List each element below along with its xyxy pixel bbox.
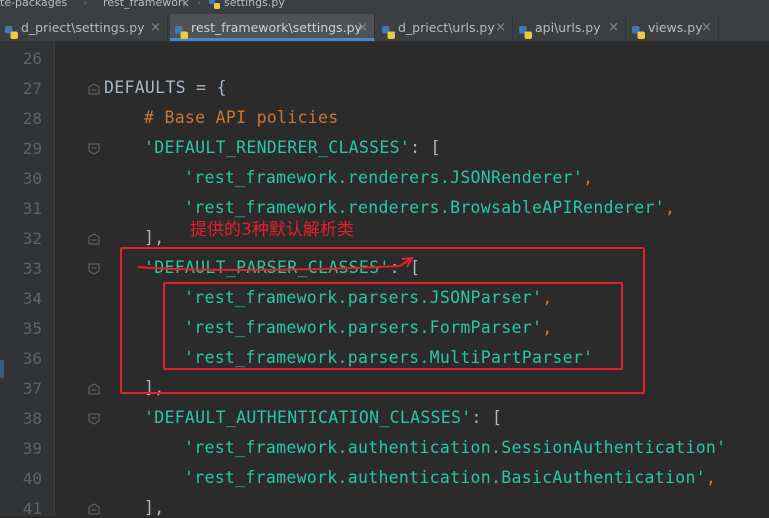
tab-label: views.py bbox=[648, 20, 703, 35]
code-punct: , bbox=[583, 168, 594, 187]
code-text: : [ bbox=[471, 408, 503, 427]
close-icon[interactable]: × bbox=[608, 14, 619, 41]
defaults-identifier: DEFAULTS bbox=[104, 78, 186, 97]
code-string: 'rest_framework.renderers.JSONRenderer' bbox=[184, 168, 584, 187]
line-number: 39 bbox=[22, 439, 42, 458]
annotation-inner-box bbox=[163, 282, 623, 370]
fold-marker-icon[interactable] bbox=[88, 143, 100, 155]
line-number: 34 bbox=[22, 289, 42, 308]
tab-rest-framework-settings[interactable]: rest_framework\settings.py × bbox=[170, 14, 375, 41]
code-text: = { bbox=[185, 78, 227, 97]
python-file-icon bbox=[519, 21, 532, 39]
editor-tab-bar: d_priect\settings.py × rest_framework\se… bbox=[0, 14, 769, 42]
code-string: 'DEFAULT_RENDERER_CLASSES' bbox=[144, 138, 411, 157]
close-icon[interactable]: × bbox=[701, 14, 712, 41]
line-number: 32 bbox=[22, 229, 42, 248]
line-number: 30 bbox=[22, 169, 42, 188]
code-text: ], bbox=[144, 228, 165, 247]
breadcrumb-separator-icon: › bbox=[83, 0, 88, 9]
line-number: 29 bbox=[22, 139, 42, 158]
line-number: 41 bbox=[22, 499, 42, 518]
breadcrumb-item-rest-framework[interactable]: rest_framework bbox=[103, 0, 189, 9]
breadcrumb-item-settings[interactable]: settings.py bbox=[224, 0, 285, 9]
close-icon[interactable]: × bbox=[150, 14, 161, 41]
fold-marker-icon[interactable] bbox=[88, 83, 100, 95]
line-number: 37 bbox=[22, 379, 42, 398]
code-line-29: 'DEFAULT_RENDERER_CLASSES': [ bbox=[144, 138, 441, 157]
close-icon[interactable]: × bbox=[495, 14, 506, 41]
code-line-27: DEFAULTS = { bbox=[104, 78, 227, 97]
tab-label: d_priect\urls.py bbox=[398, 20, 495, 35]
tab-d-priect-settings[interactable]: d_priect\settings.py × bbox=[0, 14, 168, 41]
code-text: : [ bbox=[410, 138, 441, 157]
tab-label: rest_framework\settings.py bbox=[191, 20, 362, 35]
code-string: 'rest_framework.authentication.BasicAuth… bbox=[184, 468, 706, 487]
fold-marker-icon[interactable] bbox=[88, 383, 100, 395]
tab-d-priect-urls[interactable]: d_priect\urls.py × bbox=[377, 14, 513, 41]
breadcrumb-separator-icon: › bbox=[197, 0, 202, 9]
code-string: 'rest_framework.authentication.SessionAu… bbox=[184, 438, 727, 457]
fold-marker-icon[interactable] bbox=[88, 413, 100, 425]
python-file-icon bbox=[175, 21, 188, 39]
line-number: 31 bbox=[22, 199, 42, 218]
code-line-30: 'rest_framework.renderers.JSONRenderer', bbox=[184, 168, 593, 187]
code-line-32: ], bbox=[144, 228, 164, 247]
line-number: 40 bbox=[22, 469, 42, 488]
line-number: 38 bbox=[22, 409, 42, 428]
code-text: ], bbox=[144, 498, 165, 517]
code-line-28: # Base API policies bbox=[144, 108, 338, 127]
line-number: 33 bbox=[22, 259, 42, 278]
line-number: 35 bbox=[22, 319, 42, 338]
tab-views[interactable]: views.py × bbox=[627, 14, 719, 41]
line-number: 36 bbox=[22, 349, 42, 368]
close-icon[interactable]: × bbox=[357, 14, 368, 41]
tab-label: api\urls.py bbox=[535, 20, 601, 35]
fold-marker-icon[interactable] bbox=[88, 503, 100, 515]
code-punct: , bbox=[665, 198, 676, 217]
tab-api-urls[interactable]: api\urls.py × bbox=[514, 14, 626, 41]
code-string: 'DEFAULT_AUTHENTICATION_CLASSES' bbox=[144, 408, 472, 427]
code-punct: , bbox=[705, 468, 717, 487]
line-number: 27 bbox=[22, 79, 42, 98]
python-file-icon bbox=[5, 21, 18, 39]
code-line-39: 'rest_framework.authentication.SessionAu… bbox=[184, 438, 726, 457]
breadcrumb: te-packages › rest_framework › settings.… bbox=[0, 0, 769, 14]
python-file-icon bbox=[632, 21, 645, 39]
python-file-icon bbox=[382, 21, 395, 39]
line-number: 28 bbox=[22, 109, 42, 128]
code-line-38: 'DEFAULT_AUTHENTICATION_CLASSES': [ bbox=[144, 408, 502, 427]
line-number: 26 bbox=[22, 49, 42, 68]
fold-marker-icon[interactable] bbox=[88, 233, 100, 245]
code-comment: # Base API policies bbox=[144, 108, 339, 127]
python-file-icon bbox=[209, 0, 220, 9]
code-line-41: ], bbox=[144, 498, 164, 517]
code-line-40: 'rest_framework.authentication.BasicAuth… bbox=[184, 468, 716, 487]
tab-label: d_priect\settings.py bbox=[21, 20, 145, 35]
fold-marker-icon[interactable] bbox=[88, 263, 100, 275]
breadcrumb-item-site-packages[interactable]: te-packages bbox=[0, 0, 67, 9]
annotation-label: 提供的3种默认解析类 bbox=[190, 220, 354, 240]
